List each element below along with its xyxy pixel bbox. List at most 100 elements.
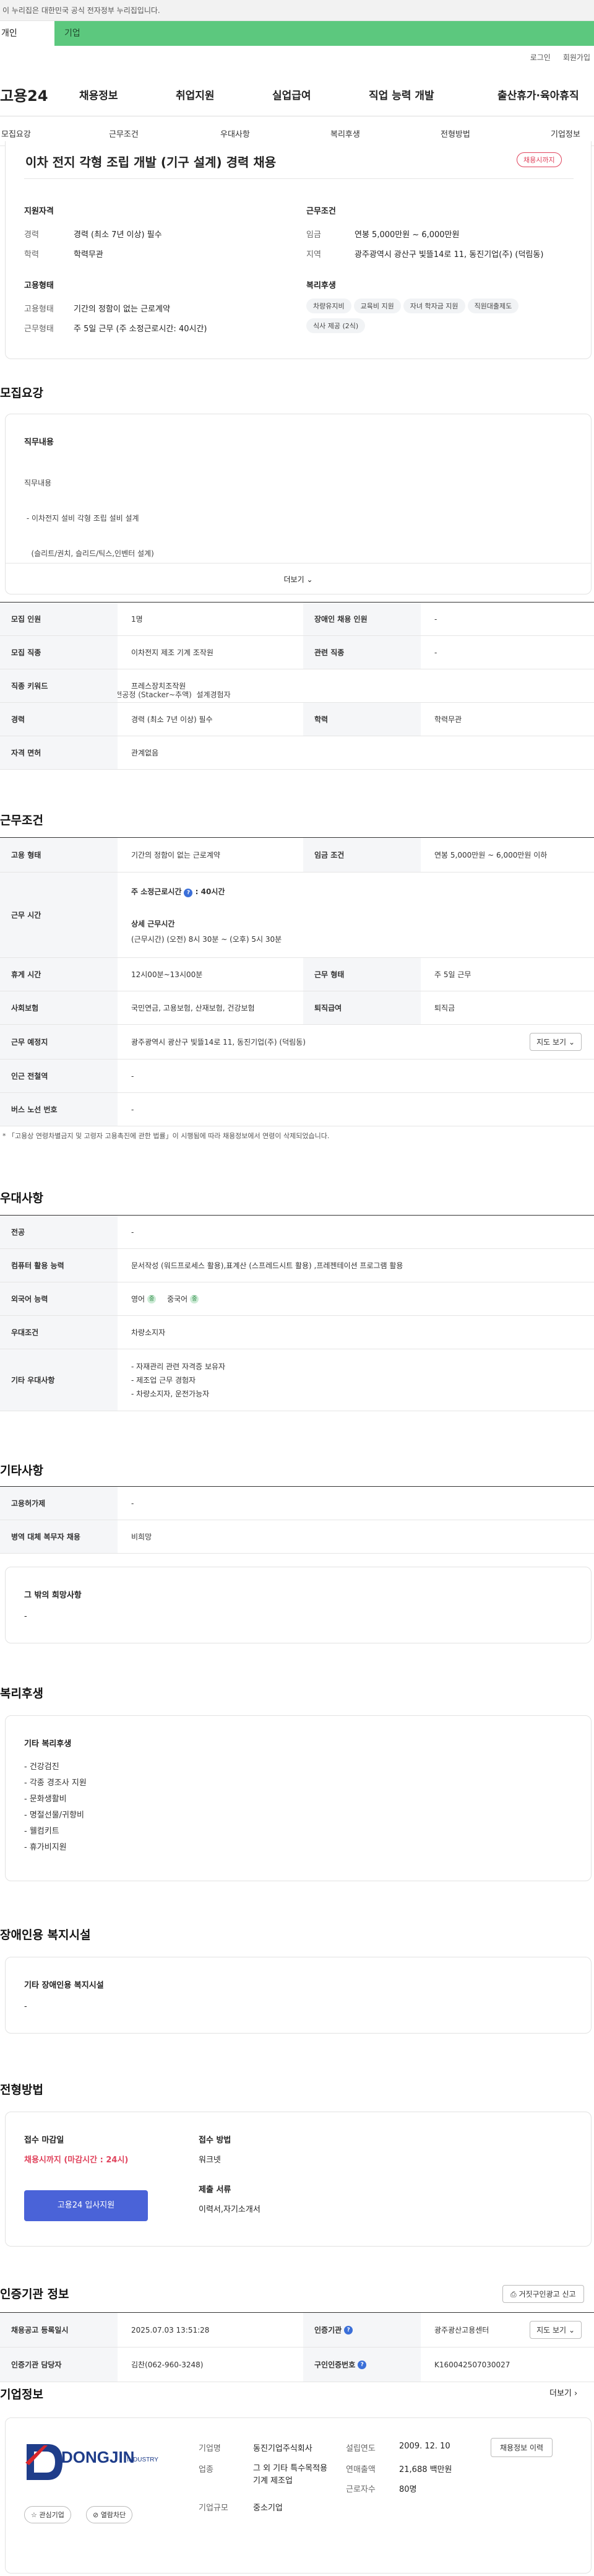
agency-table: 채용공고 등록일시 2025.07.03 13:51:28 인증기관? 광주광산… — [0, 2312, 594, 2382]
industry-value: 그 외 기타 특수목적용 기계 제조업 — [253, 2464, 328, 2486]
row-label: 인증기관 담당자 — [0, 2348, 118, 2382]
nav-item-unemployment[interactable]: 실업급여 — [272, 87, 311, 102]
row-label: 관련 직종 — [303, 636, 421, 669]
favorite-button[interactable]: ☆ 관심기업 — [24, 2506, 71, 2523]
star-icon: ☆ — [31, 2511, 37, 2519]
divider — [24, 178, 574, 179]
apply-button[interactable]: 고용24 입사지원 — [24, 2190, 148, 2221]
more-button[interactable]: 더보기 ⌄ — [6, 563, 591, 595]
chevron-right-icon: › — [574, 2389, 578, 2398]
nav-item-training[interactable]: 직업 능력 개발 — [369, 87, 434, 102]
row-label: 근무 예정지 — [0, 1025, 118, 1059]
table-row: 기타 우대사항 - 자재관리 관련 자격증 보유자 - 제조업 근무 경험자 -… — [0, 1349, 594, 1411]
row-value: 경력 (최소 7년 이상) 필수 — [131, 715, 213, 724]
benefits-list: - 건강검진 - 각종 경조사 지원 - 문화생활비 - 명절선물/귀향비 - … — [24, 1759, 87, 1856]
row-label: 모집 직종 — [0, 636, 118, 669]
map-button[interactable]: 지도 보기 ⌄ — [530, 2321, 582, 2339]
row-label: 퇴직급여 — [303, 991, 421, 1024]
section-tab-benefits[interactable]: 복리후생 — [330, 128, 360, 139]
section-tab-conditions[interactable]: 근무조건 — [109, 128, 139, 139]
company-logo-mark — [25, 2444, 62, 2480]
wish-value: - — [24, 1612, 27, 1621]
nav-item-leave[interactable]: 출산휴가·육아휴직 — [497, 87, 579, 102]
deadline-title: 접수 마감일 — [24, 2136, 64, 2145]
welfare-chip: 식사 제공 (2식) — [306, 318, 366, 333]
etc-section-title: 기타사항 — [0, 1464, 43, 1477]
row-label: 모집 인원 — [0, 603, 118, 635]
region-label: 지역 — [306, 250, 321, 259]
job-content-title: 직무내용 — [24, 438, 54, 447]
info-icon[interactable]: ? — [344, 2325, 353, 2334]
career-value: 경력 (최소 7년 이상) 필수 — [74, 230, 162, 240]
table-row: 직종 키워드 프레스장치조작원 — [0, 669, 594, 703]
method-value: 워크넷 — [199, 2156, 221, 2165]
lang-level: 중 — [147, 1294, 157, 1303]
login-link[interactable]: 로그인 — [530, 52, 551, 63]
industry-label: 업종 — [199, 2465, 213, 2474]
worktype-value: 주 5일 근무 (주 소정근로시간: 40시간) — [74, 324, 207, 334]
row-value: 2025.07.03 13:51:28 — [131, 2325, 210, 2334]
prefer-table: 전공 - 컴퓨터 활용 능력 문서작성 (워드프로세스 활용),표계산 (스프레… — [0, 1215, 594, 1411]
chevron-down-icon: ⌄ — [306, 575, 313, 584]
row-value: 12시00분~13시00분 — [131, 970, 203, 979]
tab-corp[interactable]: 기업 — [54, 21, 594, 46]
row-label: 구인인증번호? — [303, 2348, 421, 2382]
section-tab-company[interactable]: 기업정보 — [551, 128, 580, 139]
company-more-link[interactable]: 더보기 › — [549, 2387, 577, 2398]
report-button[interactable]: ⎙ 거짓구인광고 신고 — [502, 2285, 584, 2303]
table-row: 전공 - — [0, 1216, 594, 1249]
row-label: 고용허가제 — [0, 1487, 118, 1520]
job-history-button[interactable]: 채용정보 이력 — [491, 2438, 553, 2457]
row-value: 광주광산고용센터 지도 보기 ⌄ — [421, 2313, 594, 2347]
table-row: 경력 경력 (최소 7년 이상) 필수 학력 학력무관 — [0, 703, 594, 736]
tab-person[interactable]: 개인 — [0, 21, 54, 46]
disabled-card: 기타 장애인용 복지시설 - — [5, 1957, 592, 2034]
content-line: (슬리트/권치, 슬리드/틱스,인벤터 설계) — [24, 549, 154, 558]
map-button[interactable]: 지도 보기 ⌄ — [530, 1033, 582, 1051]
worktype-label: 근무형태 — [24, 324, 54, 334]
info-icon[interactable]: ? — [184, 888, 193, 897]
edu-label: 학력 — [24, 250, 39, 259]
table-row: 고용 형태 기간의 정함이 없는 근로계약 임금 조건 연봉 5,000만원 ~… — [0, 838, 594, 872]
section-tab-process[interactable]: 전형방법 — [441, 128, 470, 139]
site-logo[interactable]: 고용24 — [0, 84, 74, 105]
block-button[interactable]: ⊘ 열람차단 — [86, 2506, 133, 2523]
staff-label: 근로자수 — [346, 2485, 376, 2494]
row-value: 학력무관 — [434, 715, 462, 724]
company-name-label: 기업명 — [199, 2444, 221, 2453]
info-icon[interactable]: ? — [358, 2360, 367, 2369]
company-logo-text: DONGJIN — [61, 2448, 135, 2466]
row-value: 영어 중 중국어 중 — [118, 1282, 594, 1315]
job-title: 이차 전지 각형 조립 개발 (기구 설계) 경력 채용 — [25, 155, 277, 170]
section-tab-recruit[interactable]: 모집요강 — [1, 128, 31, 139]
row-label: 컴퓨터 활용 능력 — [0, 1249, 118, 1282]
nav-item-support[interactable]: 취업지원 — [176, 87, 215, 102]
block-label: 열람차단 — [100, 2511, 126, 2519]
row-value: 차량소지자 — [131, 1328, 166, 1337]
qual-title: 지원자격 — [24, 207, 54, 216]
row-label: 장애인 채용 인원 — [303, 603, 421, 635]
table-row: 고용허가제 - — [0, 1487, 594, 1520]
nav-item-jobs[interactable]: 채용정보 — [79, 87, 118, 102]
table-row: 모집 직종 이차전지 제조 기계 조작원 관련 직종 - — [0, 636, 594, 669]
main-nav: 고용24 채용정보 취업지원 실업급여 직업 능력 개발 출산휴가·육아휴직 — [0, 73, 594, 116]
benefits-section-title: 복리후생 — [0, 1687, 43, 1700]
prefer-item: - 차량소지자, 운전가능자 — [131, 1389, 210, 1398]
conditions-section-title: 근무조건 — [0, 814, 43, 827]
more-label: 더보기 — [283, 575, 304, 584]
hours-value: 40시간 — [200, 887, 225, 896]
join-link[interactable]: 회원가입 — [563, 52, 590, 63]
prefer-item: - 제조업 근무 경험자 — [131, 1375, 196, 1385]
row-label: 고용 형태 — [0, 838, 118, 872]
career-label: 경력 — [24, 230, 39, 240]
agency-section-title: 인증기관 정보 — [0, 2287, 69, 2301]
benefit-item: - 명절선물/귀향비 — [24, 1811, 84, 1820]
disabled-sub-title: 기타 장애인용 복지시설 — [24, 1981, 104, 1990]
section-tab-prefer[interactable]: 우대사항 — [220, 128, 250, 139]
row-label: 우대조건 — [0, 1316, 118, 1349]
row-value: - — [131, 1071, 134, 1081]
job-summary-card: 이차 전지 각형 조립 개발 (기구 설계) 경력 채용 채용시까지 지원자격 … — [5, 141, 592, 359]
size-value: 중소기업 — [253, 2504, 283, 2513]
table-row: 채용공고 등록일시 2025.07.03 13:51:28 인증기관? 광주광산… — [0, 2313, 594, 2348]
detail-title: 상세 근무시간 — [131, 919, 175, 928]
